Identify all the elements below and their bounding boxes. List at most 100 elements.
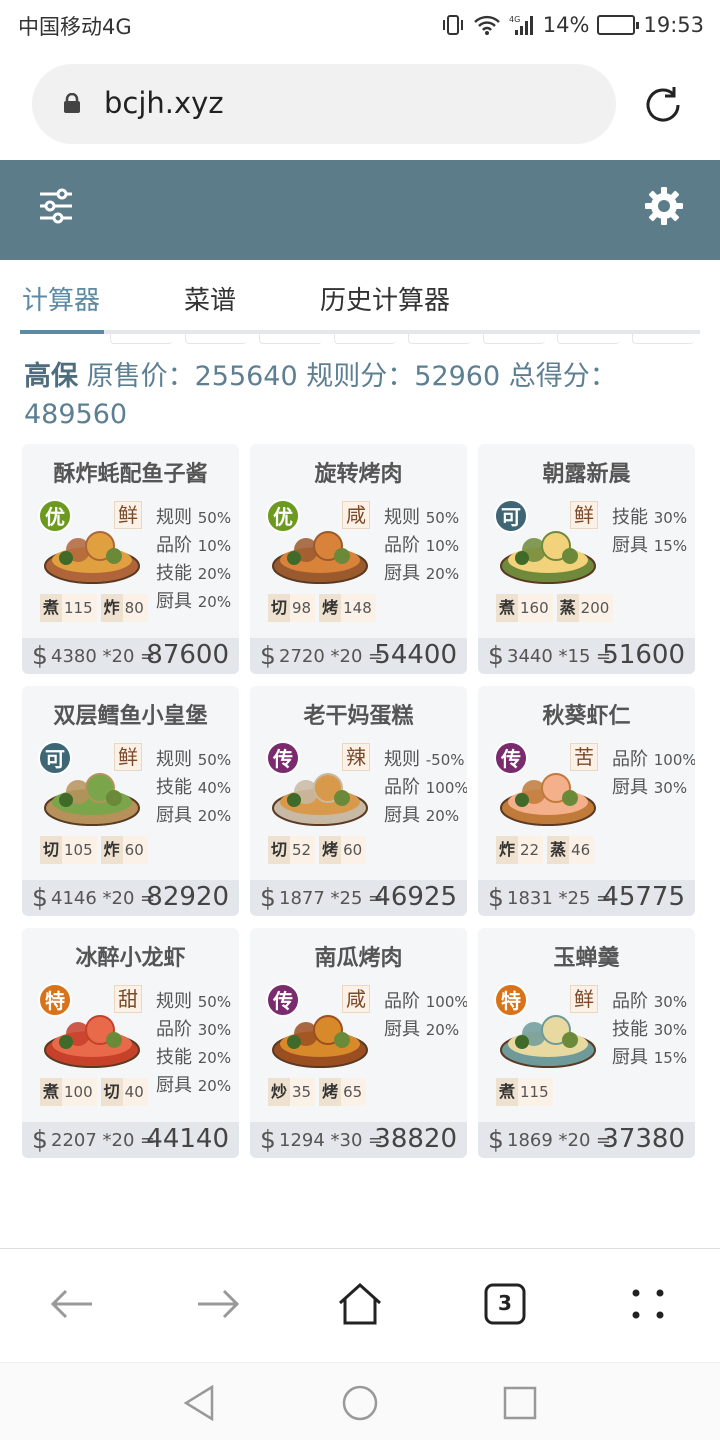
skill-name: 炒 [268, 1078, 291, 1106]
home-icon[interactable] [335, 1279, 385, 1329]
dollar-icon: $ [488, 641, 504, 670]
skill-list: 煮 115 [496, 1078, 553, 1106]
recipe-card[interactable]: 冰醉小龙虾 特 甜 规则 50% 品阶 30% 技能 20% 厨具 20% 煮 100 切… [22, 928, 239, 1158]
skill-value: 35 [292, 1083, 312, 1101]
rule-name: 规则 [384, 507, 420, 528]
recipe-total: 44140 [146, 1124, 229, 1154]
skill-list: 切 98 烤 148 [268, 594, 376, 622]
rule-name: 品阶 [384, 991, 420, 1012]
skill-value: 46 [571, 841, 591, 859]
battery-icon [597, 15, 640, 35]
signal-icon: 4G [509, 15, 533, 35]
rule-percent: 10% [197, 537, 232, 555]
rule-row: 技能 20% [156, 560, 239, 588]
dollar-icon: $ [260, 883, 276, 912]
rule-percent: -50% [425, 751, 465, 769]
unit-price: 1877 *25 [279, 888, 363, 909]
app-header [0, 160, 720, 260]
rule-percent: 100% [425, 993, 467, 1011]
rule-row: 厨具 30% [612, 774, 695, 802]
skill-requirement: 烤 60 [319, 836, 367, 864]
skill-name: 煮 [496, 1078, 519, 1106]
nav-recents-icon[interactable] [500, 1383, 540, 1423]
recipe-name: 朝露新晨 [542, 462, 631, 487]
rule-row: 品阶 10% [156, 532, 239, 560]
tab-recipes[interactable]: 菜谱 [184, 280, 236, 317]
recipe-card[interactable]: 旋转烤肉 优 咸 规则 50% 品阶 10% 厨具 20% 切 98 烤 148 $ 27… [250, 444, 467, 674]
address-bar[interactable]: bcjh.xyz [32, 64, 616, 144]
rule-percent: 100% [425, 779, 467, 797]
tab-bar: 计算器 菜谱 历史计算器 [0, 262, 720, 334]
rule-list: 品阶 100% 厨具 30% [612, 746, 695, 802]
tab-switcher-button[interactable]: 3 [480, 1279, 530, 1329]
price-bar: $ 4380 *20 = 87600 [22, 638, 239, 674]
gear-icon[interactable] [644, 186, 684, 226]
rarity-badge: 传 [266, 983, 300, 1017]
skill-value: 60 [124, 841, 144, 859]
back-arrow-icon[interactable] [48, 1279, 98, 1329]
orig-price-label: 原售价： [86, 361, 195, 392]
skill-name: 烤 [319, 836, 342, 864]
tab-calculator[interactable]: 计算器 [22, 280, 100, 317]
rule-score-label: 规则分： [306, 361, 415, 392]
skill-requirement: 炒 35 [268, 1078, 316, 1106]
skill-requirement: 蒸 46 [547, 836, 595, 864]
skill-requirement: 煮 100 [40, 1078, 97, 1106]
rule-percent: 100% [653, 751, 695, 769]
rule-list: 技能 30% 厨具 15% [612, 504, 695, 560]
recipe-total: 51600 [602, 640, 685, 670]
recipe-total: 82920 [146, 882, 229, 912]
reload-icon[interactable] [640, 82, 686, 128]
recipe-card[interactable]: 双层鳕鱼小皇堡 可 鲜 规则 50% 技能 40% 厨具 20% 切 105 炸 60 $… [22, 686, 239, 916]
unit-price: 1869 *20 [507, 1130, 591, 1151]
recipe-card[interactable]: 秋葵虾仁 传 苦 品阶 100% 厨具 30% 炸 22 蒸 46 $ 1831 *25… [478, 686, 695, 916]
recipe-card[interactable]: 朝露新晨 可 鲜 技能 30% 厨具 15% 煮 160 蒸 200 $ 3440 *1… [478, 444, 695, 674]
rule-score-value: 52960 [414, 361, 501, 392]
rule-percent: 10% [425, 537, 460, 555]
rule-name: 厨具 [384, 1019, 420, 1040]
rule-name: 规则 [156, 507, 192, 528]
flavor-tag: 辣 [342, 743, 370, 771]
tab-history-calculator[interactable]: 历史计算器 [320, 280, 450, 317]
browser-bottom-bar: 3 [0, 1248, 720, 1362]
recipe-card[interactable]: 玉蝉羹 特 鲜 品阶 30% 技能 30% 厨具 15% 煮 115 $ 1869 *… [478, 928, 695, 1158]
recipe-name: 旋转烤肉 [314, 462, 403, 487]
skill-value: 160 [520, 599, 549, 617]
unit-price: 4146 *20 [51, 888, 135, 909]
skill-name: 煮 [40, 1078, 63, 1106]
rule-row: 品阶 100% [612, 746, 695, 774]
recipe-card[interactable]: 老干妈蛋糕 传 辣 规则 -50% 品阶 100% 厨具 20% 切 52 烤 60 $ … [250, 686, 467, 916]
nav-back-icon[interactable] [180, 1383, 220, 1423]
menu-dots-icon[interactable] [624, 1279, 674, 1329]
rule-name: 厨具 [384, 563, 420, 584]
skill-list: 煮 115 炸 80 [40, 594, 148, 622]
filter-sliders-icon[interactable] [38, 188, 74, 224]
skill-list: 切 105 炸 60 [40, 836, 148, 864]
subtab-stubs [104, 334, 700, 346]
skill-name: 切 [268, 836, 291, 864]
recipe-card[interactable]: 南瓜烤肉 传 咸 品阶 100% 厨具 20% 炒 35 烤 65 $ 1294 *30… [250, 928, 467, 1158]
skill-value: 40 [124, 1083, 144, 1101]
recipe-card[interactable]: 酥炸蚝配鱼子酱 优 鲜 规则 50% 品阶 10% 技能 20% 厨具 20% 煮 11… [22, 444, 239, 674]
flavor-tag: 鲜 [570, 985, 598, 1013]
rule-name: 品阶 [612, 991, 648, 1012]
rule-name: 技能 [156, 563, 192, 584]
skill-requirement: 切 40 [100, 1078, 148, 1106]
rarity-badge: 可 [494, 499, 528, 533]
rule-percent: 50% [425, 509, 460, 527]
dollar-icon: $ [32, 641, 48, 670]
rule-name: 厨具 [384, 805, 420, 826]
rule-percent: 50% [197, 993, 232, 1011]
forward-arrow-icon[interactable] [192, 1279, 242, 1329]
price-bar: $ 1831 *25 = 45775 [478, 880, 695, 916]
skill-requirement: 煮 160 [496, 594, 553, 622]
rule-percent: 20% [197, 593, 232, 611]
rarity-badge: 优 [266, 499, 300, 533]
recipe-name: 玉蝉羹 [553, 946, 620, 971]
skill-name: 炸 [100, 836, 123, 864]
rule-percent: 30% [653, 1021, 688, 1039]
nav-home-icon[interactable] [340, 1383, 380, 1423]
recipe-name: 老干妈蛋糕 [303, 704, 414, 729]
skill-requirement: 切 98 [268, 594, 316, 622]
recipe-total: 46925 [374, 882, 457, 912]
